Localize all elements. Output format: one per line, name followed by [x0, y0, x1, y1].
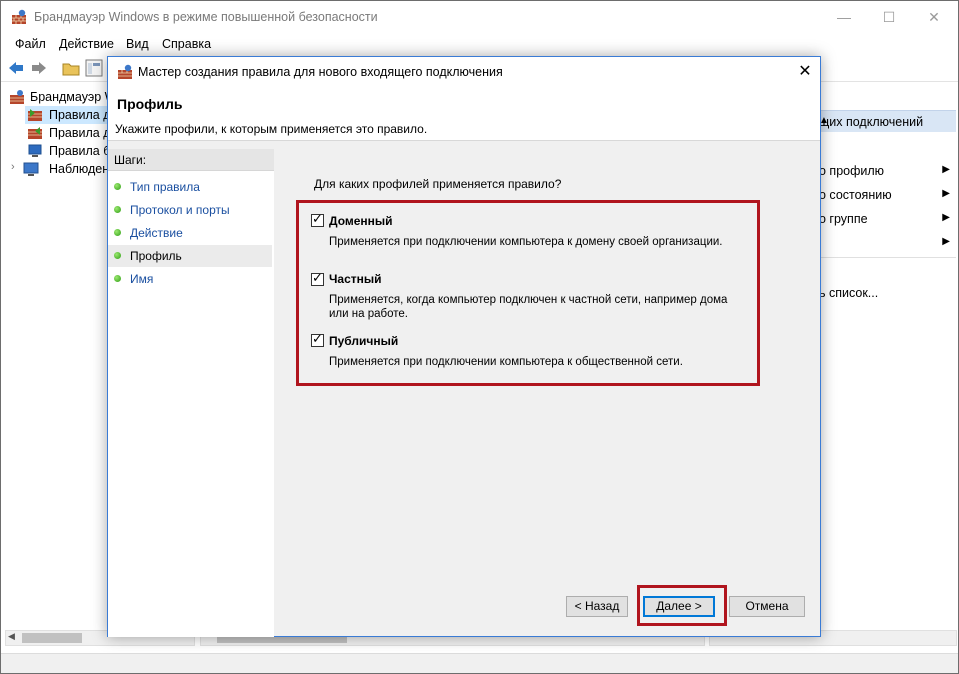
step-label: Имя	[130, 272, 154, 286]
menu-file[interactable]: Файл	[15, 37, 46, 51]
outbound-rules-icon	[27, 125, 43, 141]
steps-title: Шаги:	[108, 149, 274, 171]
actions-pane: щих подключений ▲ о профилю ▶ о состояни…	[819, 85, 958, 635]
menu-help[interactable]: Справка	[162, 37, 211, 51]
submenu-arrow-icon: ▶	[942, 188, 950, 199]
step-name[interactable]: Имя	[108, 268, 272, 290]
main-titlebar: Брандмауэр Windows в режиме повышенной б…	[1, 1, 958, 33]
private-profile-description: Применяется, когда компьютер подключен к…	[329, 294, 728, 320]
back-button[interactable]: < Назад	[566, 596, 628, 617]
green-dot-icon	[114, 252, 121, 259]
step-action[interactable]: Действие	[108, 222, 272, 244]
close-button[interactable]: ✕	[911, 1, 957, 33]
status-bar	[1, 653, 958, 673]
scroll-thumb[interactable]	[22, 633, 82, 643]
step-profile[interactable]: Профиль	[108, 245, 272, 267]
firewall-icon	[11, 9, 27, 25]
private-profile-label[interactable]: Частный	[329, 272, 382, 286]
expand-chevron-icon[interactable]: ›	[11, 161, 15, 173]
minimize-button[interactable]: —	[821, 1, 867, 33]
submenu-arrow-icon: ▶	[942, 212, 950, 223]
step-protocol-ports[interactable]: Протокол и порты	[108, 199, 272, 221]
green-dot-icon	[114, 183, 121, 190]
monitoring-icon	[23, 161, 39, 177]
dialog-title: Мастер создания правила для нового входя…	[138, 65, 503, 79]
submenu-arrow-icon: ▶	[942, 236, 950, 247]
action-view[interactable]: ▶	[819, 233, 956, 253]
action-label: о профилю	[819, 164, 885, 178]
submenu-arrow-icon: ▶	[942, 164, 950, 175]
public-profile-label[interactable]: Публичный	[329, 334, 398, 348]
next-button-highlight-frame	[637, 585, 727, 626]
page-subtitle: Укажите профили, к которым применяется э…	[115, 122, 428, 136]
private-checkbox[interactable]	[311, 271, 324, 287]
green-dot-icon	[114, 275, 121, 282]
console-tree-icon[interactable]	[85, 59, 103, 80]
steps-title-label: Шаги:	[114, 153, 147, 167]
action-label: о состоянию	[819, 188, 892, 202]
inbound-rules-icon	[27, 107, 43, 123]
dialog-close-button[interactable]: ✕	[790, 57, 820, 87]
scroll-left-icon[interactable]: ◀	[8, 631, 15, 642]
menubar: Файл Действие Вид Справка	[1, 34, 958, 54]
maximize-button[interactable]: ☐	[866, 1, 912, 33]
dialog-titlebar: Мастер создания правила для нового входя…	[108, 57, 820, 87]
steps-panel: Шаги: Тип правила Протокол и порты Дейст…	[108, 149, 274, 637]
step-label: Тип правила	[130, 180, 200, 194]
step-label: Профиль	[130, 249, 182, 263]
window-title: Брандмауэр Windows в режиме повышенной б…	[34, 10, 378, 24]
step-label: Действие	[130, 226, 183, 240]
page-title: Профиль	[117, 96, 183, 112]
action-filter-state[interactable]: о состоянию ▶	[819, 185, 956, 205]
public-checkbox[interactable]	[311, 332, 324, 348]
wizard-content: Для каких профилей применяется правило? …	[276, 149, 821, 637]
domain-checkbox[interactable]	[311, 212, 324, 228]
action-filter-group[interactable]: о группе ▶	[819, 209, 956, 229]
public-profile-description: Применяется при подключении компьютера к…	[329, 356, 683, 368]
profiles-question: Для каких профилей применяется правило?	[314, 177, 562, 191]
back-arrow-icon[interactable]	[7, 60, 25, 79]
action-export-list[interactable]: ь список...	[819, 283, 956, 303]
domain-profile-description: Применяется при подключении компьютера к…	[329, 236, 723, 248]
firewall-icon	[117, 64, 133, 80]
dialog-header: Профиль Укажите профили, к которым приме…	[108, 87, 820, 141]
collapse-icon[interactable]: ▲	[819, 115, 950, 126]
folder-up-icon[interactable]	[62, 60, 80, 79]
forward-arrow-icon[interactable]	[30, 60, 48, 79]
step-label: Протокол и порты	[130, 203, 230, 217]
cancel-button[interactable]: Отмена	[729, 596, 805, 617]
connection-security-icon	[27, 143, 43, 159]
wizard-dialog: Мастер создания правила для нового входя…	[107, 56, 821, 637]
menu-action[interactable]: Действие	[59, 37, 114, 51]
actions-header: щих подключений ▲	[819, 110, 956, 132]
step-rule-type[interactable]: Тип правила	[108, 176, 272, 198]
action-filter-profile[interactable]: о профилю ▶	[819, 161, 956, 181]
green-dot-icon	[114, 229, 121, 236]
action-label: ь список...	[819, 286, 879, 300]
divider	[819, 257, 956, 258]
firewall-icon	[9, 89, 25, 105]
action-label: о группе	[819, 212, 868, 226]
green-dot-icon	[114, 206, 121, 213]
domain-profile-label[interactable]: Доменный	[329, 214, 393, 228]
menu-view[interactable]: Вид	[126, 37, 149, 51]
